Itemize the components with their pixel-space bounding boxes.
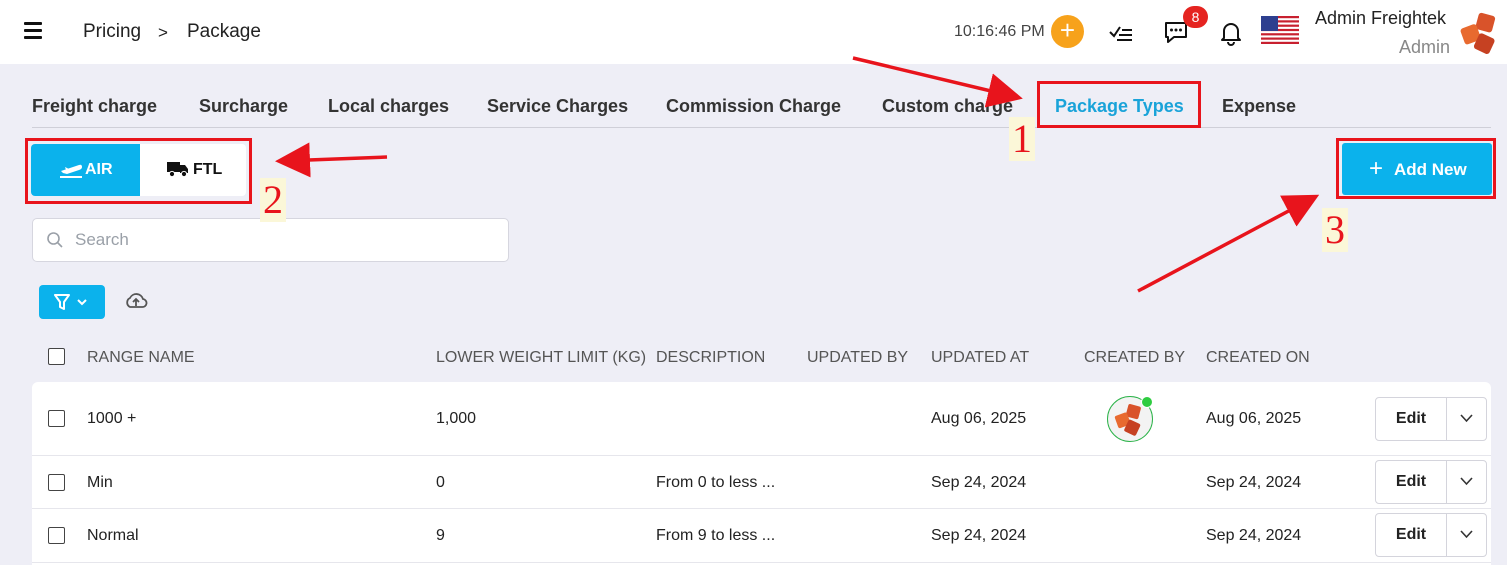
tab-service-charges[interactable]: Service Charges bbox=[487, 96, 628, 117]
annotation-arrow-3 bbox=[1137, 194, 1320, 293]
truck-icon bbox=[167, 162, 188, 178]
chevron-down-icon bbox=[1460, 477, 1473, 486]
air-label: AIR bbox=[85, 161, 113, 178]
table-body: 1000 + 1,000 Aug 06, 2025 Aug 06, 2025 E… bbox=[32, 382, 1491, 565]
row-checkbox[interactable] bbox=[48, 474, 65, 491]
top-bar: Pricing > Package 10:16:46 PM + 8 Admin … bbox=[0, 0, 1507, 64]
updated-at: Sep 24, 2024 bbox=[931, 474, 1027, 491]
online-status-dot bbox=[1141, 396, 1153, 408]
filter-button[interactable] bbox=[39, 285, 105, 319]
cloud-upload-icon[interactable] bbox=[124, 291, 148, 311]
ftl-mode-button[interactable]: FTL bbox=[140, 144, 246, 196]
user-name: Admin Freightek bbox=[1315, 8, 1447, 28]
user-role: Admin bbox=[1399, 37, 1451, 57]
us-flag-icon[interactable] bbox=[1261, 16, 1299, 44]
updated-at: Aug 06, 2025 bbox=[931, 410, 1027, 427]
air-mode-button[interactable]: AIR bbox=[31, 144, 140, 196]
select-all-checkbox[interactable] bbox=[48, 348, 65, 365]
range-name: Min bbox=[87, 474, 113, 491]
plus-icon[interactable]: + bbox=[1051, 15, 1084, 48]
column-range-name: RANGE NAME bbox=[87, 349, 195, 366]
column-description: DESCRIPTION bbox=[656, 349, 766, 366]
description: From 0 to less ... bbox=[656, 474, 776, 491]
range-name: Normal bbox=[87, 527, 139, 544]
chevron-down-icon bbox=[1460, 414, 1473, 423]
row-actions: Edit bbox=[1375, 460, 1487, 504]
filter-icon bbox=[54, 294, 87, 310]
tab-custom-charge[interactable]: Custom charge bbox=[882, 96, 1013, 117]
edit-button[interactable]: Edit bbox=[1376, 461, 1447, 503]
created-by-avatar bbox=[1107, 396, 1153, 442]
actions-dropdown[interactable] bbox=[1447, 461, 1486, 503]
actions-dropdown[interactable] bbox=[1447, 398, 1486, 440]
tab-surcharge[interactable]: Surcharge bbox=[199, 96, 288, 117]
created-on: Sep 24, 2024 bbox=[1206, 474, 1302, 491]
range-name: 1000 + bbox=[87, 410, 137, 427]
description: From 9 to less ... bbox=[656, 527, 776, 544]
mode-toggle: AIR FTL bbox=[31, 144, 246, 196]
search-icon bbox=[47, 232, 63, 248]
breadcrumb-pricing[interactable]: Pricing bbox=[83, 21, 141, 43]
add-new-label: Add New bbox=[1394, 160, 1467, 179]
annotation-number-1: 1 bbox=[1009, 117, 1035, 161]
tab-expense[interactable]: Expense bbox=[1222, 96, 1296, 117]
plus-icon: + bbox=[1369, 155, 1384, 182]
tab-commission-charge[interactable]: Commission Charge bbox=[666, 96, 841, 117]
updated-at: Sep 24, 2024 bbox=[931, 527, 1027, 544]
tab-freight-charge[interactable]: Freight charge bbox=[32, 96, 157, 117]
plane-icon bbox=[60, 164, 82, 178]
table-row: 1000 + 1,000 Aug 06, 2025 Aug 06, 2025 E… bbox=[32, 382, 1491, 456]
notification-badge: 8 bbox=[1183, 6, 1208, 28]
checklist-icon[interactable] bbox=[1107, 18, 1135, 46]
annotation-number-2: 2 bbox=[260, 178, 286, 222]
row-actions: Edit bbox=[1375, 513, 1487, 557]
annotation-arrow-2 bbox=[275, 142, 388, 178]
chevron-down-icon bbox=[1460, 530, 1473, 539]
ftl-label: FTL bbox=[193, 161, 223, 178]
annotation-number-3: 3 bbox=[1322, 208, 1348, 252]
lower-weight-limit: 9 bbox=[436, 527, 445, 544]
logo bbox=[1460, 12, 1496, 54]
bell-icon[interactable] bbox=[1217, 18, 1245, 46]
table-row: Min 0 From 0 to less ... Sep 24, 2024 Se… bbox=[32, 456, 1491, 509]
column-updated-by: UPDATED BY bbox=[807, 349, 909, 366]
tab-local-charges[interactable]: Local charges bbox=[328, 96, 449, 117]
menu-icon[interactable] bbox=[24, 22, 42, 42]
row-actions: Edit bbox=[1375, 397, 1487, 441]
table-header: RANGE NAME LOWER WEIGHT LIMIT (KG) DESCR… bbox=[32, 336, 1491, 380]
tab-package-types[interactable]: Package Types bbox=[1055, 96, 1184, 117]
column-created-on: CREATED ON bbox=[1206, 349, 1310, 366]
breadcrumb-package: Package bbox=[187, 21, 261, 42]
created-on: Sep 24, 2024 bbox=[1206, 527, 1302, 544]
breadcrumb-separator: > bbox=[158, 23, 168, 42]
column-created-by: CREATED BY bbox=[1084, 349, 1186, 366]
clock: 10:16:46 PM bbox=[954, 23, 1045, 40]
add-new-button[interactable]: + Add New bbox=[1342, 143, 1492, 195]
row-checkbox[interactable] bbox=[48, 410, 65, 427]
charge-tabs: Freight charge Surcharge Local charges S… bbox=[32, 82, 1491, 128]
created-on: Aug 06, 2025 bbox=[1206, 410, 1302, 427]
column-updated-at: UPDATED AT bbox=[931, 349, 1030, 366]
search-box bbox=[32, 218, 509, 262]
column-lower-weight-limit: LOWER WEIGHT LIMIT (KG) bbox=[436, 349, 647, 366]
actions-dropdown[interactable] bbox=[1447, 514, 1486, 556]
table-row: Normal 9 From 9 to less ... Sep 24, 2024… bbox=[32, 509, 1491, 563]
lower-weight-limit: 1,000 bbox=[436, 410, 477, 427]
row-checkbox[interactable] bbox=[48, 527, 65, 544]
lower-weight-limit: 0 bbox=[436, 474, 445, 491]
edit-button[interactable]: Edit bbox=[1376, 398, 1447, 440]
search-input[interactable] bbox=[73, 229, 497, 251]
edit-button[interactable]: Edit bbox=[1376, 514, 1447, 556]
